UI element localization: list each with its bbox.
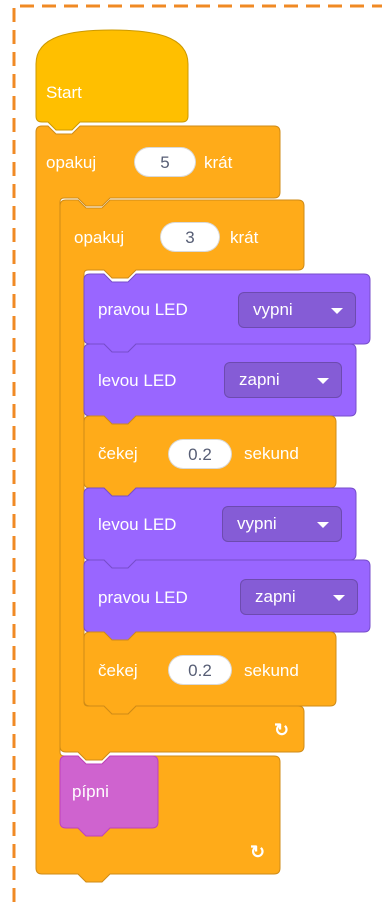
code-canvas: Start opakuj 5 krát ↻ opakuj 3 krát ↻ pr… <box>0 0 382 902</box>
beep-block[interactable] <box>0 0 382 902</box>
beep-label: pípni <box>72 782 109 801</box>
